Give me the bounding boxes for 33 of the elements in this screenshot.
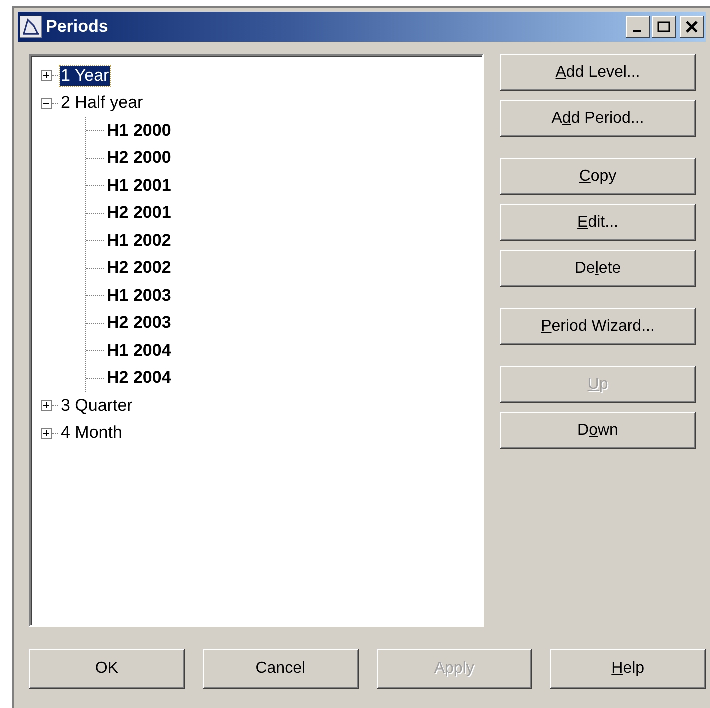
- dialog-button[interactable]: Period Wizard...: [500, 308, 696, 345]
- app-icon: [20, 16, 42, 38]
- expand-icon[interactable]: [41, 428, 52, 439]
- tree-item[interactable]: H1 2004: [106, 340, 172, 361]
- dialog-button[interactable]: Down: [500, 412, 696, 449]
- close-icon[interactable]: [685, 21, 699, 33]
- collapse-icon[interactable]: [41, 98, 52, 109]
- expand-icon[interactable]: [41, 70, 52, 82]
- dialog-button[interactable]: OK: [29, 649, 185, 689]
- tree-item[interactable]: 2 Half year: [60, 93, 144, 114]
- dialog-button[interactable]: Copy: [500, 158, 696, 195]
- dialog-button[interactable]: Delete: [500, 250, 696, 287]
- tree-item[interactable]: H1 2003: [106, 286, 172, 306]
- maximize-icon[interactable]: [657, 21, 671, 33]
- dialog-button[interactable]: Help: [550, 649, 706, 689]
- tree-item[interactable]: H2 2002: [106, 258, 172, 278]
- dialog-button[interactable]: Edit...: [500, 204, 696, 241]
- tree-view[interactable]: 1 Year 2 Half year H1 2000 H2 2000 H1 2001 H2 2001 H1 2002 H2 2002 H1 2003 H2 2003 H1 2004 H2 2004 3 Quarter 4 Month: [29, 54, 484, 627]
- tree-item[interactable]: H1 2000: [106, 120, 172, 141]
- dialog-button[interactable]: Add Period...: [500, 100, 696, 137]
- tree-item[interactable]: H2 2004: [106, 368, 172, 388]
- expand-icon[interactable]: [41, 400, 52, 412]
- tree-item[interactable]: H1 2002: [106, 230, 172, 251]
- dialog-button[interactable]: Add Level...: [500, 54, 696, 91]
- tree-item[interactable]: 4 Month: [60, 423, 124, 444]
- dialog-button[interactable]: Cancel: [202, 649, 358, 689]
- tree-item[interactable]: 3 Quarter: [60, 396, 134, 416]
- tree-item[interactable]: 1 Year: [60, 66, 110, 86]
- tree-item[interactable]: H2 2003: [106, 313, 172, 334]
- window-title: Periods: [46, 16, 108, 38]
- tree-item[interactable]: H2 2000: [106, 148, 172, 168]
- tree-item[interactable]: H2 2001: [106, 203, 172, 224]
- tree-item[interactable]: H1 2001: [106, 176, 172, 196]
